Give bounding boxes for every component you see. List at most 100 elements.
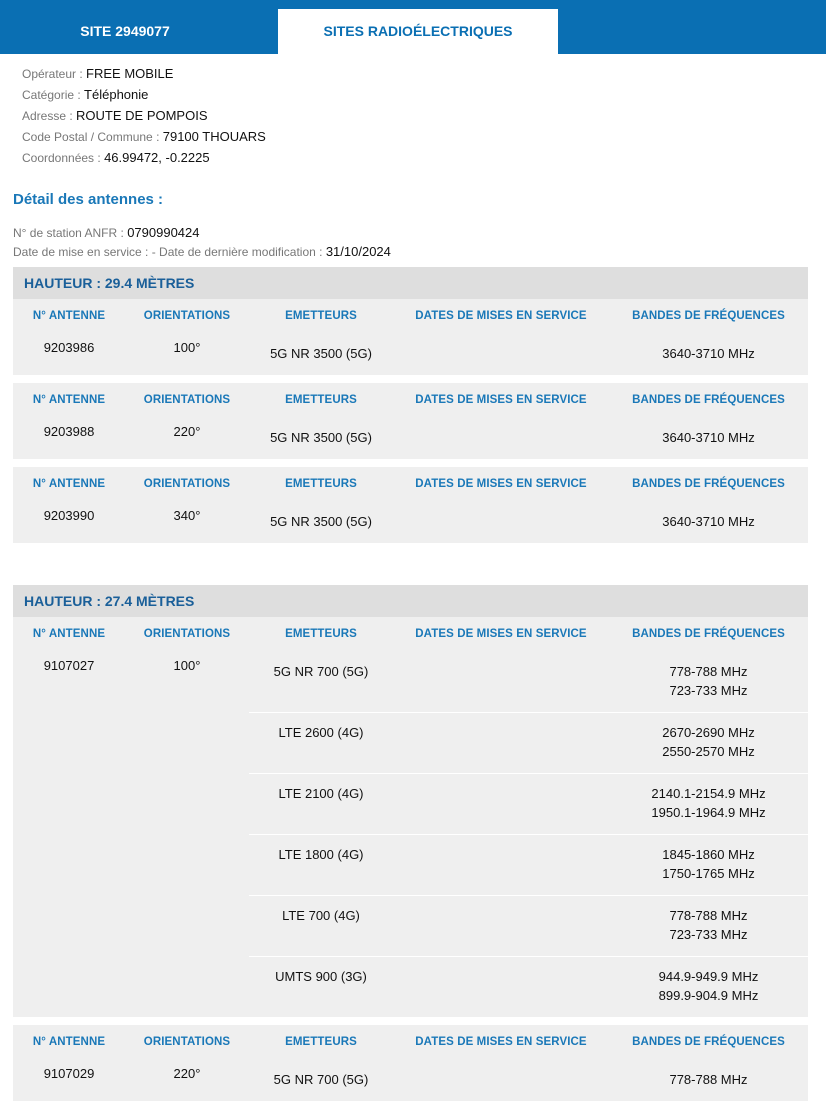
height-block: HAUTEUR : 29.4 MÈTRES N° ANTENNE ORIENTATI… — [13, 267, 808, 543]
column-header-orientations: ORIENTATIONS — [143, 478, 231, 490]
emitter-name: 5G NR 3500 (5G) — [270, 430, 372, 445]
frequency-bands: 2140.1-2154.9 MHz 1950.1-1964.9 MHz — [609, 780, 808, 828]
frequency-band: 944.9-949.9 MHz — [658, 969, 759, 984]
emitters-list: 5G NR 3500 (5G) 3640-3710 MHz — [249, 334, 808, 375]
emitters-list: 5G NR 700 (5G) 778-788 MHz — [249, 1060, 808, 1101]
station-anfr-value: 0790990424 — [127, 225, 200, 240]
emitter-row: UMTS 900 (3G) 944.9-949.9 MHz 899.9-904.9 … — [249, 956, 808, 1017]
emitter-date — [393, 841, 609, 889]
table-row: 9203988 220° 5G NR 3500 (5G) 3640-3710 MHz — [13, 418, 808, 459]
antenna-orientation: 220° — [173, 1066, 201, 1081]
antenna-table: N° ANTENNE ORIENTATIONS EMETTEURS DATES DE … — [13, 467, 808, 543]
info-label: Adresse : — [22, 109, 77, 123]
emitter-row: LTE 1800 (4G) 1845-1860 MHz 1750-1765 MHz — [249, 834, 808, 895]
frequency-band: 899.9-904.9 MHz — [658, 988, 759, 1003]
frequency-band: 778-788 MHz — [669, 664, 748, 679]
frequency-bands: 3640-3710 MHz — [609, 508, 808, 537]
column-header-bandes: BANDES DE FRÉQUENCES — [632, 478, 785, 490]
column-header-orientations: ORIENTATIONS — [143, 394, 231, 406]
emitter-date — [393, 508, 609, 537]
info-row: Opérateur : FREE MOBILE — [22, 63, 804, 84]
emitter-name: 5G NR 3500 (5G) — [270, 514, 372, 529]
frequency-band: 1750-1765 MHz — [662, 866, 755, 881]
frequency-bands: 944.9-949.9 MHz 899.9-904.9 MHz — [609, 963, 808, 1011]
column-header-emetteurs: EMETTEURS — [285, 478, 357, 490]
column-header-orientations: ORIENTATIONS — [143, 1036, 231, 1048]
antenna-number: 9203990 — [43, 508, 95, 523]
info-value: 46.99472, -0.2225 — [104, 150, 210, 165]
frequency-band: 3640-3710 MHz — [662, 430, 755, 445]
frequency-bands: 1845-1860 MHz 1750-1765 MHz — [609, 841, 808, 889]
emitter-name: UMTS 900 (3G) — [275, 969, 367, 984]
info-value: 79100 THOUARS — [162, 129, 266, 144]
column-header-dates: DATES DE MISES EN SERVICE — [415, 1036, 587, 1048]
info-row: Adresse : ROUTE DE POMPOIS — [22, 105, 804, 126]
antenna-table: N° ANTENNE ORIENTATIONS EMETTEURS DATES DE … — [13, 299, 808, 375]
column-header-emetteurs: EMETTEURS — [285, 310, 357, 322]
column-header-emetteurs: EMETTEURS — [285, 628, 357, 640]
column-header-bandes: BANDES DE FRÉQUENCES — [632, 394, 785, 406]
frequency-band: 778-788 MHz — [669, 1072, 748, 1087]
info-row: Code Postal / Commune : 79100 THOUARS — [22, 126, 804, 147]
column-header-bandes: BANDES DE FRÉQUENCES — [632, 310, 785, 322]
antenna-number: 9203986 — [43, 340, 95, 355]
emitter-row: 5G NR 700 (5G) 778-788 MHz 723-733 MHz — [249, 652, 808, 712]
emitter-row: 5G NR 3500 (5G) 3640-3710 MHz — [249, 418, 808, 459]
column-header-antenne: N° ANTENNE — [32, 478, 106, 490]
antenna-table-header: N° ANTENNE ORIENTATIONS EMETTEURS DATES DE … — [13, 1025, 808, 1060]
info-label: Catégorie : — [22, 88, 85, 102]
emitter-name: 5G NR 700 (5G) — [273, 664, 369, 679]
emitter-name: LTE 700 (4G) — [282, 908, 360, 923]
table-row: 9107029 220° 5G NR 700 (5G) 778-788 MHz — [13, 1060, 808, 1101]
emitter-name: LTE 2600 (4G) — [278, 725, 364, 740]
emitters-list: 5G NR 3500 (5G) 3640-3710 MHz — [249, 418, 808, 459]
info-label: Code Postal / Commune : — [22, 130, 163, 144]
frequency-bands: 3640-3710 MHz — [609, 424, 808, 453]
antenna-table-header: N° ANTENNE ORIENTATIONS EMETTEURS DATES DE … — [13, 299, 808, 334]
emitters-list: 5G NR 3500 (5G) 3640-3710 MHz — [249, 502, 808, 543]
height-header: HAUTEUR : 27.4 MÈTRES — [13, 585, 808, 617]
station-dates-row: Date de mise en service : - Date de dern… — [13, 242, 813, 261]
antenna-table: N° ANTENNE ORIENTATIONS EMETTEURS DATES DE … — [13, 383, 808, 459]
info-value: Téléphonie — [84, 87, 149, 102]
column-header-orientations: ORIENTATIONS — [143, 628, 231, 640]
emitter-row: LTE 2600 (4G) 2670-2690 MHz 2550-2570 MHz — [249, 712, 808, 773]
heights-list: HAUTEUR : 29.4 MÈTRES N° ANTENNE ORIENTATI… — [0, 267, 826, 1101]
info-row: Coordonnées : 46.99472, -0.2225 — [22, 147, 804, 168]
station-last-modified: 31/10/2024 — [325, 244, 391, 259]
tab-radio-sites[interactable]: SITES RADIOÉLECTRIQUES — [278, 9, 558, 54]
emitters-list: 5G NR 700 (5G) 778-788 MHz 723-733 MHz LTE … — [249, 652, 808, 1017]
column-header-dates: DATES DE MISES EN SERVICE — [415, 394, 587, 406]
antenna-table-header: N° ANTENNE ORIENTATIONS EMETTEURS DATES DE … — [13, 617, 808, 652]
emitter-name: LTE 1800 (4G) — [278, 847, 364, 862]
column-header-antenne: N° ANTENNE — [32, 628, 106, 640]
site-info: Opérateur : FREE MOBILE Catégorie : Télép… — [0, 54, 826, 168]
height-header: HAUTEUR : 29.4 MÈTRES — [13, 267, 808, 299]
height-block: HAUTEUR : 27.4 MÈTRES N° ANTENNE ORIENTATI… — [13, 585, 808, 1101]
antenna-orientation: 340° — [173, 508, 201, 523]
emitter-date — [393, 963, 609, 1011]
emitter-name: LTE 2100 (4G) — [278, 786, 364, 801]
station-anfr-label: N° de station ANFR : — [13, 226, 128, 240]
column-header-bandes: BANDES DE FRÉQUENCES — [632, 628, 785, 640]
tab-site[interactable]: SITE 2949077 — [0, 0, 250, 54]
column-header-dates: DATES DE MISES EN SERVICE — [415, 628, 587, 640]
frequency-band: 2140.1-2154.9 MHz — [651, 786, 766, 801]
table-row: 9107027 100° 5G NR 700 (5G) 778-788 MHz 723-… — [13, 652, 808, 1017]
frequency-band: 723-733 MHz — [669, 927, 748, 942]
frequency-bands: 778-788 MHz 723-733 MHz — [609, 658, 808, 706]
antenna-number: 9107029 — [43, 1066, 95, 1081]
emitter-name: 5G NR 3500 (5G) — [270, 346, 372, 361]
emitter-row: LTE 2100 (4G) 2140.1-2154.9 MHz 1950.1-196… — [249, 773, 808, 834]
station-info: N° de station ANFR : 0790990424 Date de … — [0, 223, 826, 261]
column-header-orientations: ORIENTATIONS — [143, 310, 231, 322]
frequency-band: 723-733 MHz — [669, 683, 748, 698]
emitter-date — [393, 424, 609, 453]
column-header-antenne: N° ANTENNE — [32, 394, 106, 406]
frequency-bands: 778-788 MHz — [609, 1066, 808, 1095]
frequency-band: 778-788 MHz — [669, 908, 748, 923]
column-header-bandes: BANDES DE FRÉQUENCES — [632, 1036, 785, 1048]
frequency-band: 2670-2690 MHz — [662, 725, 755, 740]
antenna-table: N° ANTENNE ORIENTATIONS EMETTEURS DATES DE … — [13, 1025, 808, 1101]
info-value: FREE MOBILE — [86, 66, 174, 81]
